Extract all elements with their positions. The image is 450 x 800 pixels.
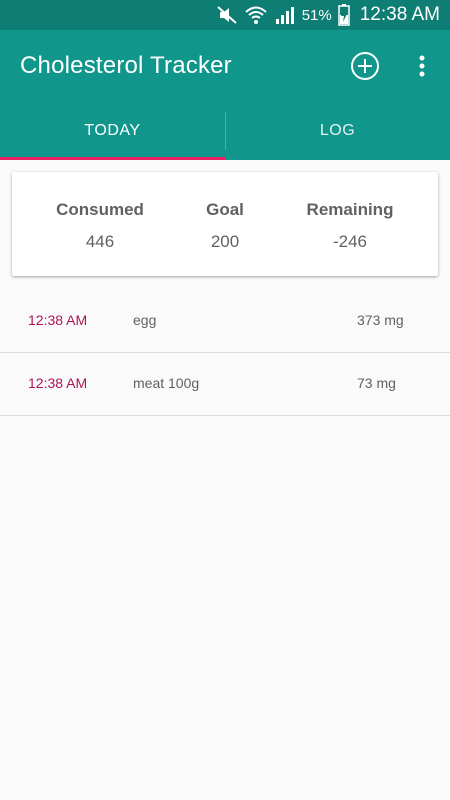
wifi-icon (244, 5, 268, 25)
entry-amount: 373 mg (357, 312, 404, 328)
consumed-value: 446 (85, 232, 115, 251)
list-item[interactable]: 12:38 AM egg 373 mg (0, 290, 450, 353)
goal-label: Goal (206, 200, 244, 219)
more-vert-icon (419, 55, 425, 77)
consumed-label: Consumed (56, 200, 144, 219)
tab-log[interactable]: LOG (225, 102, 450, 160)
app-bar: Cholesterol Tracker (0, 30, 450, 102)
remaining-value: -246 (332, 232, 368, 251)
entry-food: egg (133, 312, 157, 328)
battery-percent: 51% (301, 6, 332, 24)
tab-divider (225, 112, 226, 150)
status-bar: 51% 12:38 AM (0, 0, 450, 30)
goal-summary: Goal 200 (155, 200, 295, 252)
tab-today[interactable]: TODAY (0, 102, 225, 160)
remaining-label: Remaining (306, 200, 394, 219)
add-entry-button[interactable] (349, 50, 381, 82)
entry-time: 12:38 AM (28, 375, 88, 391)
battery-charging-icon (337, 4, 350, 26)
tab-bar: TODAY LOG (0, 102, 450, 160)
signal-icon (274, 5, 296, 25)
consumed-summary: Consumed 446 (30, 200, 170, 252)
mute-icon (216, 5, 238, 25)
entry-time: 12:38 AM (28, 312, 88, 328)
entry-list: 12:38 AM egg 373 mg 12:38 AM meat 100g 7… (0, 290, 450, 416)
remaining-summary: Remaining -246 (280, 200, 420, 252)
more-options-button[interactable] (410, 50, 434, 82)
goal-value: 200 (210, 232, 240, 251)
summary-card: Consumed 446 Goal 200 Remaining -246 (12, 172, 438, 276)
app-title: Cholesterol Tracker (20, 52, 232, 79)
entry-amount: 73 mg (357, 375, 396, 391)
add-circle-icon (351, 52, 379, 80)
entry-food: meat 100g (133, 375, 200, 391)
status-clock: 12:38 AM (359, 4, 440, 25)
list-item[interactable]: 12:38 AM meat 100g 73 mg (0, 353, 450, 416)
